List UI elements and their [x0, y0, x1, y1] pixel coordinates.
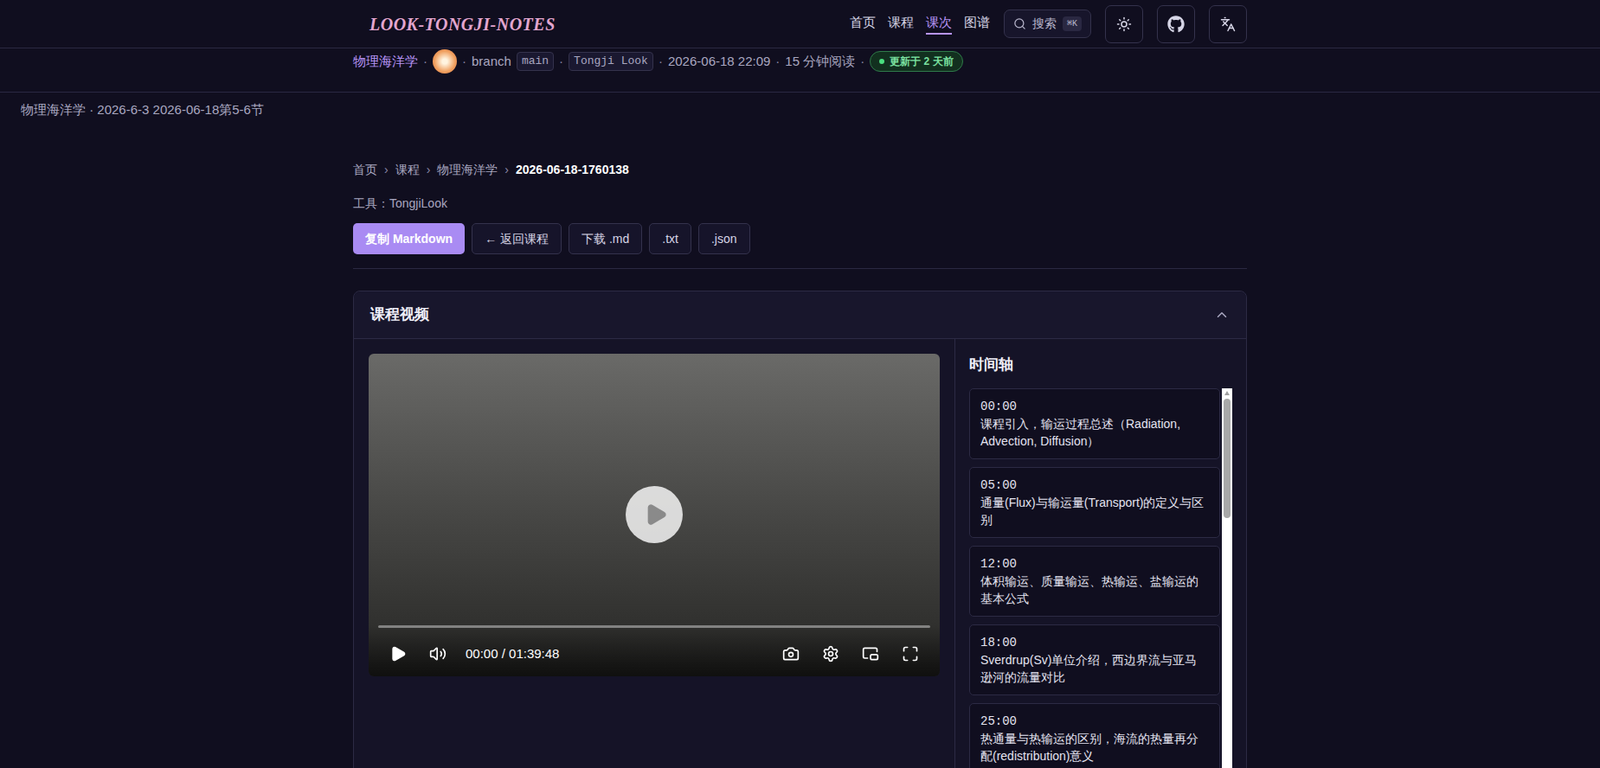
meta-course[interactable]: 物理海洋学 [353, 51, 418, 72]
nav-link[interactable]: 图谱 [963, 12, 990, 36]
scrollbar[interactable] [1221, 388, 1233, 768]
theme-button[interactable] [1105, 5, 1144, 44]
card-header[interactable]: 课程视频 [353, 291, 1247, 340]
github-button[interactable] [1156, 5, 1196, 44]
action-buttons: 复制 Markdown← 返回课程下载 .md.txt.json [353, 223, 1247, 255]
meta-branch: main [516, 51, 554, 71]
top-nav: LOOK-TONGJI-NOTES 首页课程课次图谱搜索⌘K [0, 0, 1600, 49]
progress-track[interactable] [378, 625, 931, 629]
timeline-item[interactable]: 05:00通量(Flux)与输运量(Transport)的定义与区别 [969, 467, 1221, 539]
meta-datetime: 2026-06-18 22:09 [668, 51, 771, 72]
nav-links: 首页课程课次图谱 [849, 12, 990, 36]
translate-icon [1220, 16, 1236, 33]
pip-icon[interactable] [861, 645, 880, 663]
breadcrumb-separator: › [426, 160, 431, 180]
camera-icon[interactable] [782, 645, 800, 663]
nav-link[interactable]: 首页 [849, 12, 876, 36]
timeline-item[interactable]: 18:00Sverdrup(Sv)单位介绍，西边界流与亚马逊河的流量对比 [969, 624, 1221, 696]
breadcrumb-separator: › [384, 160, 389, 180]
action-button[interactable]: .json [698, 223, 751, 255]
timeline-list: 00:00课程引入，输运过程总述（Radiation, Advection, D… [969, 388, 1221, 768]
breadcrumb-separator: › [504, 160, 509, 180]
updated-badge: 更新于 2 天前 [869, 51, 963, 72]
github-icon [1167, 15, 1185, 33]
nav-link[interactable]: 课程 [887, 12, 914, 36]
video-player[interactable]: 00:00 / 01:39:48 [368, 353, 940, 677]
meta-separator: · [860, 51, 865, 72]
meta-separator: · [559, 51, 564, 72]
breadcrumb-item[interactable]: 课程 [395, 160, 420, 180]
time-display: 00:00 / 01:39:48 [465, 644, 560, 665]
play-icon[interactable] [389, 645, 407, 663]
action-button[interactable]: .txt [648, 223, 692, 255]
action-button[interactable]: 下载 .md [568, 223, 643, 255]
logo[interactable]: LOOK-TONGJI-NOTES [369, 11, 556, 38]
timeline-panel: 时间轴00:00课程引入，输运过程总述（Radiation, Advection… [955, 339, 1247, 768]
timeline-item[interactable]: 12:00体积输运、质量输运、热输运、盐输运的基本公式 [969, 546, 1221, 617]
volume-icon[interactable] [429, 645, 447, 663]
meta-branch-label: branch [471, 51, 512, 72]
search-box[interactable]: 搜索⌘K [1003, 9, 1092, 39]
meta-separator: · [658, 51, 663, 72]
nav-link[interactable]: 课次 [925, 12, 952, 36]
breadcrumb-item[interactable]: 物理海洋学 [436, 160, 498, 180]
author-avatar [432, 49, 457, 74]
meta-tool-tag: Tongji Look [568, 51, 654, 71]
search-icon [1013, 17, 1027, 31]
timeline-item[interactable]: 25:00热通量与热输运的区别，海流的热量再分配(redistribution)… [969, 703, 1221, 768]
language-button[interactable] [1208, 5, 1247, 44]
action-button[interactable]: 复制 Markdown [353, 223, 465, 255]
play-icon [643, 502, 669, 527]
tool-label: 工具：TongjiLook [353, 193, 1247, 213]
breadcrumb-item: 2026-06-18-1760138 [515, 160, 630, 180]
scroll-up-icon[interactable] [1223, 390, 1231, 398]
page-title: 物理海洋学 · 2026-6-3 2026-06-18第5-6节 [0, 101, 1600, 119]
action-button[interactable]: ← 返回课程 [471, 223, 562, 255]
breadcrumb-item[interactable]: 首页 [353, 160, 378, 180]
breadcrumb: 首页›课程›物理海洋学›2026-06-18-1760138 [353, 160, 1247, 180]
meta-read-time: 15 分钟阅读 [784, 51, 855, 72]
gear-icon[interactable] [822, 645, 840, 663]
meta-bar: 物理海洋学··branchmain·Tongji Look·2026-06-18… [0, 48, 1600, 93]
fullscreen-icon[interactable] [901, 645, 919, 663]
timeline-item[interactable]: 00:00课程引入，输运过程总述（Radiation, Advection, D… [969, 388, 1221, 460]
meta-separator: · [775, 51, 780, 72]
page: LOOK-TONGJI-NOTES首页课程课次图谱搜索⌘K物理海洋学··bran… [0, 0, 1600, 768]
play-overlay-button[interactable] [625, 486, 683, 544]
scrollbar-thumb[interactable] [1223, 398, 1231, 519]
video-card: 课程视频 00:00 / 01:39:48 时间轴00:00课程引入，输运过程总述（… [353, 290, 1247, 768]
meta-separator: · [423, 51, 428, 72]
sun-icon [1116, 16, 1132, 33]
meta-separator: · [462, 51, 467, 72]
divider [353, 268, 1247, 270]
chevron-up-icon [1214, 307, 1230, 323]
shortcut-key: ⌘K [1062, 16, 1082, 32]
status-dot [879, 58, 885, 65]
